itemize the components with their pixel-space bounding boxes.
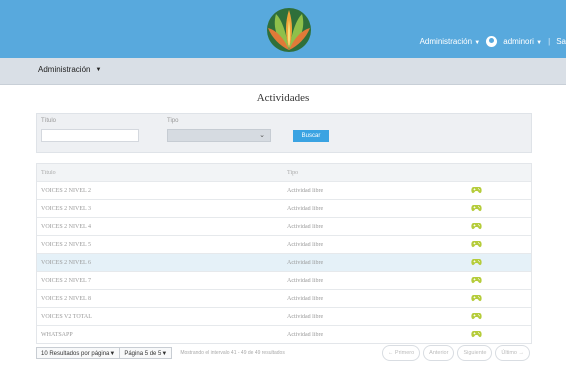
table-row[interactable]: VOICES V2 TOTAL Actividad libre bbox=[37, 307, 531, 325]
gamepad-icon[interactable] bbox=[471, 330, 482, 338]
activity-type-cell: Actividad libre bbox=[287, 277, 324, 284]
top-right-menu: Administración ▼ adminori ▼ | Sa bbox=[420, 34, 566, 48]
type-filter-label: Tipo bbox=[167, 118, 179, 124]
activity-type-cell: Actividad libre bbox=[287, 259, 324, 266]
activity-title-cell: VOICES 2 NIVEL 8 bbox=[41, 295, 91, 302]
actions-cell bbox=[413, 204, 531, 214]
activity-title-cell: VOICES 2 NIVEL 6 bbox=[41, 259, 91, 266]
search-button[interactable]: Buscar bbox=[293, 130, 329, 142]
type-filter-select[interactable]: ⌄ bbox=[167, 129, 271, 142]
actions-cell bbox=[413, 330, 531, 340]
top-bar: Administración ▼ adminori ▼ | Sa bbox=[0, 0, 566, 58]
results-per-page-dropdown[interactable]: 10 Resultados por página▼ bbox=[36, 347, 121, 359]
page-select-dropdown[interactable]: Página 5 de 5▼ bbox=[120, 347, 173, 359]
chevron-down-icon: ▼ bbox=[109, 351, 116, 357]
actions-cell bbox=[413, 276, 531, 286]
gamepad-icon[interactable] bbox=[471, 294, 482, 302]
title-filter-label: Título bbox=[41, 118, 57, 124]
chevron-down-icon: ⌄ bbox=[259, 132, 265, 139]
user-icon bbox=[486, 35, 498, 47]
chevron-down-icon: ▼ bbox=[474, 39, 481, 46]
next-page-button[interactable]: Siguiente bbox=[457, 345, 493, 361]
activity-title-cell: VOICES 2 NIVEL 5 bbox=[41, 241, 91, 248]
last-page-button[interactable]: Último → bbox=[495, 345, 530, 361]
table-row[interactable]: VOICES 2 NIVEL 3 Actividad libre bbox=[37, 199, 531, 217]
table-header-row: Título Tipo bbox=[37, 164, 531, 181]
first-page-button[interactable]: ← Primero bbox=[381, 345, 421, 361]
admin-dropdown[interactable]: Administración ▼ bbox=[420, 37, 481, 46]
gamepad-icon[interactable] bbox=[471, 276, 482, 284]
activity-type-cell: Actividad libre bbox=[287, 331, 324, 338]
gamepad-icon[interactable] bbox=[471, 222, 482, 230]
subnav-admin-label: Administración bbox=[38, 65, 91, 74]
table-row[interactable]: VOICES 2 NIVEL 8 Actividad libre bbox=[37, 289, 531, 307]
table-row[interactable]: WHATSAPP Actividad libre bbox=[37, 325, 531, 343]
activity-type-cell: Actividad libre bbox=[287, 187, 324, 194]
gamepad-icon[interactable] bbox=[471, 312, 482, 320]
filter-panel: Título Tipo ⌄ Buscar bbox=[36, 113, 532, 153]
table-row[interactable]: VOICES 2 NIVEL 2 Actividad libre bbox=[37, 181, 531, 199]
activity-type-cell: Actividad libre bbox=[287, 223, 324, 230]
pager: ← Primero Anterior Siguiente Último → bbox=[381, 345, 530, 361]
activity-title-cell: VOICES 2 NIVEL 3 bbox=[41, 205, 91, 212]
actions-cell bbox=[413, 222, 531, 232]
table-row[interactable]: VOICES 2 NIVEL 5 Actividad libre bbox=[37, 235, 531, 253]
activity-type-cell: Actividad libre bbox=[287, 295, 324, 302]
logout-link[interactable]: Sa bbox=[556, 37, 566, 46]
activities-table: Título Tipo VOICES 2 NIVEL 2 Actividad li… bbox=[36, 163, 532, 344]
gamepad-icon[interactable] bbox=[471, 258, 482, 266]
title-filter-input[interactable] bbox=[41, 129, 139, 142]
activity-type-cell: Actividad libre bbox=[287, 241, 324, 248]
page-title: Actividades bbox=[256, 92, 310, 104]
chevron-down-icon: ▼ bbox=[161, 351, 168, 357]
actions-cell bbox=[413, 294, 531, 304]
activity-title-cell: VOICES V2 TOTAL bbox=[41, 313, 92, 320]
table-row[interactable]: VOICES 2 NIVEL 6 Actividad libre bbox=[37, 253, 531, 271]
actions-cell bbox=[413, 258, 531, 268]
actions-cell bbox=[413, 186, 531, 196]
gamepad-icon[interactable] bbox=[471, 240, 482, 248]
pagination-info: 10 Resultados por página▼ Página 5 de 5▼… bbox=[36, 347, 285, 359]
user-dropdown[interactable]: adminori ▼ bbox=[503, 37, 542, 46]
activity-title-cell: VOICES 2 NIVEL 4 bbox=[41, 223, 91, 230]
divider: | bbox=[548, 36, 551, 46]
activity-title-cell: VOICES 2 NIVEL 2 bbox=[41, 187, 91, 194]
chevron-down-icon: ▼ bbox=[95, 66, 102, 73]
gamepad-icon[interactable] bbox=[471, 204, 482, 212]
subnav-admin-dropdown[interactable]: Administración ▼ bbox=[38, 65, 101, 74]
results-summary: Mostrando el intervalo 41 - 49 de 49 res… bbox=[180, 350, 285, 356]
sub-navbar: Administración ▼ bbox=[0, 58, 566, 85]
activity-title-cell: VOICES 2 NIVEL 7 bbox=[41, 277, 91, 284]
actions-cell bbox=[413, 312, 531, 322]
activity-title-cell: WHATSAPP bbox=[41, 331, 73, 338]
gamepad-icon[interactable] bbox=[471, 186, 482, 194]
activity-type-cell: Actividad libre bbox=[287, 205, 324, 212]
activity-type-cell: Actividad libre bbox=[287, 313, 324, 320]
previous-page-button[interactable]: Anterior bbox=[423, 345, 455, 361]
table-row[interactable]: VOICES 2 NIVEL 4 Actividad libre bbox=[37, 217, 531, 235]
logo[interactable] bbox=[258, 6, 320, 54]
column-header-type[interactable]: Tipo bbox=[283, 170, 413, 176]
column-header-title[interactable]: Título bbox=[37, 170, 283, 176]
table-row[interactable]: VOICES 2 NIVEL 7 Actividad libre bbox=[37, 271, 531, 289]
chevron-down-icon: ▼ bbox=[536, 39, 543, 46]
actions-cell bbox=[413, 240, 531, 250]
